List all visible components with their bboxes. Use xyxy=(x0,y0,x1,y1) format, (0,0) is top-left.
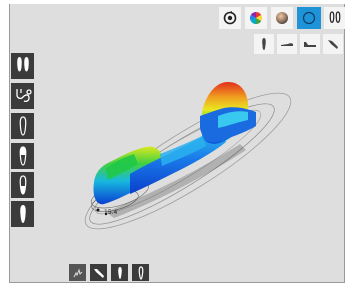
insole-3d-model[interactable] xyxy=(10,4,345,283)
pressure-icon xyxy=(73,267,82,277)
pressure-button[interactable] xyxy=(69,264,86,281)
foot-front-button[interactable] xyxy=(111,264,128,281)
foot-front-icon xyxy=(117,266,122,279)
3d-viewport[interactable]: 15.4 xyxy=(9,4,345,283)
insole-button[interactable] xyxy=(90,264,107,281)
foot-single-button[interactable] xyxy=(132,264,149,281)
foot-single-icon xyxy=(138,265,143,280)
app-window: 15.4 xyxy=(0,0,345,286)
measure-label: 15.4 xyxy=(104,209,118,216)
insole-icon xyxy=(93,268,104,278)
